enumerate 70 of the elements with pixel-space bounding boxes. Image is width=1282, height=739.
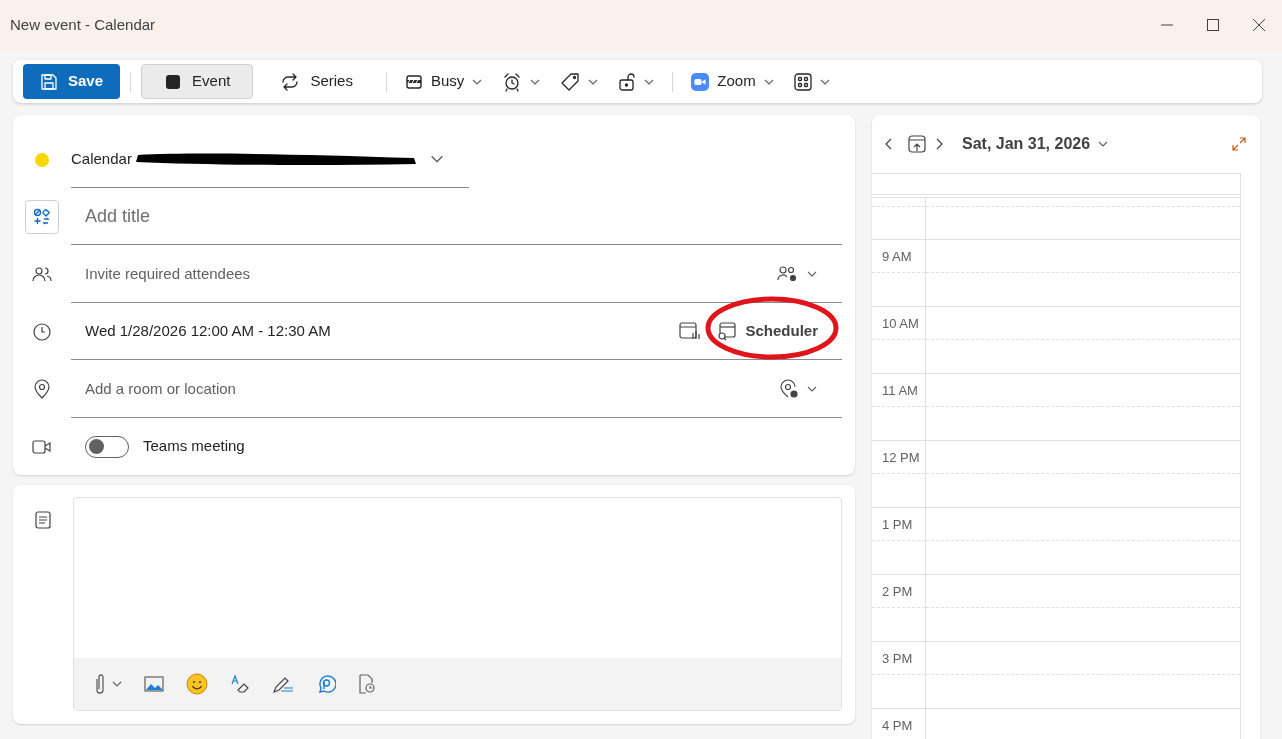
- chevron-down-icon: [807, 385, 817, 392]
- calendar-search-icon: [717, 321, 738, 341]
- loop-icon: [316, 674, 336, 694]
- save-button[interactable]: Save: [23, 64, 121, 99]
- expand-icon: [1232, 137, 1246, 151]
- chevron-down-icon: [530, 78, 541, 85]
- close-icon: [1253, 19, 1265, 31]
- chevron-left-icon: [884, 138, 892, 150]
- chevron-down-icon: [1098, 141, 1109, 147]
- toolbar-menu-button[interactable]: Zoom: [683, 64, 782, 99]
- location-options-button[interactable]: [779, 378, 817, 399]
- image-icon: [144, 675, 164, 693]
- hour-label: 1 PM: [882, 517, 913, 532]
- document-clock-icon: [358, 674, 376, 694]
- chevron-down-icon: [588, 78, 599, 85]
- chevron-down-icon: [429, 155, 444, 163]
- chevron-down-icon: [763, 78, 774, 85]
- toolbar-toggle[interactable]: Event: [141, 64, 254, 99]
- toolbar-menu-button[interactable]: Busy: [396, 64, 491, 99]
- calendar-icon: [164, 72, 183, 91]
- chevron-down-icon: [112, 681, 122, 687]
- toolbar-toggle[interactable]: Series: [257, 64, 376, 99]
- location-pin-icon: [34, 379, 50, 399]
- people-settings-icon: [777, 264, 799, 283]
- chevron-down-icon: [644, 78, 655, 85]
- calendar-dropdown[interactable]: Calendar: [71, 131, 469, 187]
- tag-icon: [560, 71, 581, 92]
- paperclip-icon: [94, 673, 106, 695]
- video-camera-icon: [691, 72, 710, 91]
- maximize-icon: [1207, 19, 1219, 31]
- hour-label: 3 PM: [882, 651, 913, 666]
- expand-button[interactable]: [1232, 137, 1246, 151]
- chevron-down-icon: [819, 78, 830, 85]
- status-icon: [404, 72, 423, 91]
- chevron-down-icon: [472, 78, 483, 85]
- video-icon: [32, 438, 52, 455]
- window-title: New event - Calendar: [10, 14, 156, 35]
- availability-button[interactable]: [679, 321, 702, 341]
- chevron-right-icon: [936, 138, 944, 150]
- hour-label: 9 AM: [882, 249, 912, 264]
- today-button[interactable]: [908, 135, 926, 153]
- hour-label: 2 PM: [882, 584, 913, 599]
- smiley-icon: [186, 673, 208, 695]
- date-time-field: Wed 1/28/2026 12:00 AM - 12:30 AM: [85, 319, 680, 343]
- attendees-field[interactable]: Invite required attendees: [85, 245, 777, 302]
- title-field[interactable]: Add title: [85, 188, 842, 244]
- apps-icon: [793, 72, 812, 91]
- location-settings-icon: [779, 378, 799, 399]
- calendar-today-icon: [908, 135, 926, 153]
- teams-toggle[interactable]: [85, 435, 129, 458]
- hour-label: 11 AM: [882, 383, 918, 398]
- repeat-icon: [280, 72, 301, 91]
- minimize-icon: [1161, 24, 1173, 26]
- attendee-options-button[interactable]: [777, 264, 817, 283]
- teams-label: Teams meeting: [143, 436, 245, 457]
- text-eraser-icon: [230, 674, 250, 694]
- date-picker-button[interactable]: Sat, Jan 31, 2026: [962, 132, 1109, 156]
- location-field[interactable]: Add a room or location: [85, 360, 779, 417]
- event-icon-button[interactable]: [25, 199, 59, 234]
- unlock-icon: [618, 71, 637, 92]
- chevron-down-icon: [807, 270, 817, 277]
- people-icon: [32, 265, 52, 283]
- hour-label: 12 PM: [882, 450, 920, 465]
- hour-label: 10 AM: [882, 316, 919, 331]
- calendar-chart-icon: [679, 321, 702, 341]
- emoji-icon: [33, 207, 51, 226]
- hour-label: 4 PM: [882, 718, 913, 733]
- save-icon: [40, 72, 58, 91]
- notes-icon: [35, 511, 51, 529]
- clock-icon: [33, 322, 51, 341]
